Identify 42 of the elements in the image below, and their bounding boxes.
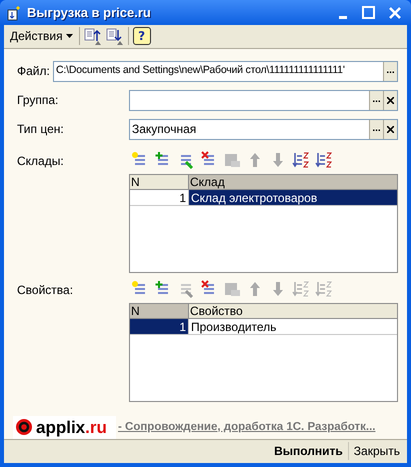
section-label: Склады: [16,152,65,170]
actions-menu[interactable]: Действия [8,27,75,46]
field-value: C:\Documents and Settings\new\Рабочий стол\111111111111111' [55,63,346,78]
document-arrow-icon[interactable] [84,27,102,46]
maximize-icon [362,6,375,20]
section-label: Свойства: [16,282,74,299]
app-icon [6,4,22,21]
input-field[interactable]: C:\Documents and Settings\new\Рабочий стол\111111111111111' ... [53,60,398,82]
close-icon [387,126,394,133]
sort-ascending-icon[interactable] [292,150,310,169]
field-label: Файл: [16,63,51,80]
field-label: Группа: [16,92,60,110]
column-header[interactable]: N [130,304,189,318]
clear-button[interactable] [383,90,397,110]
browse-button[interactable]: ... [383,62,397,81]
close-icon [388,6,400,19]
column-header[interactable]: N [130,174,189,189]
field-label: Тип цен: [16,121,65,138]
window-title: Выгрузка в price.ru [27,4,152,22]
table-cell[interactable]: Склад электротоваров [189,190,397,205]
table-cell[interactable]: 1 [130,318,189,334]
document-arrow-icon[interactable] [106,27,124,46]
minimize-icon [338,16,346,20]
caret-icon [66,34,73,38]
clear-button[interactable] [383,120,397,139]
column-header[interactable]: Свойство [189,304,397,318]
dialog-button[interactable]: Закрыть [348,440,405,462]
dialog-button[interactable]: Выполнить [269,440,348,462]
browse-button[interactable]: ... [369,90,383,110]
column-header[interactable]: Склад [189,174,397,189]
close-icon [387,96,394,104]
sort-descending-icon[interactable] [315,150,333,169]
applix-logo[interactable]: applix.ru [13,416,116,439]
help-button[interactable]: ? [132,27,151,46]
table-cell[interactable]: Производитель [189,318,397,334]
input-field[interactable]: Закупочная ... [129,118,398,140]
logo-text: applix.ru [36,418,107,436]
logo-icon [15,418,33,436]
browse-button[interactable]: ... [369,120,383,139]
support-link[interactable]: - Сопровождение, доработка 1С. Разработк... [118,418,376,436]
input-field[interactable]: ... [129,90,398,111]
field-value: Закупочная [131,121,198,138]
